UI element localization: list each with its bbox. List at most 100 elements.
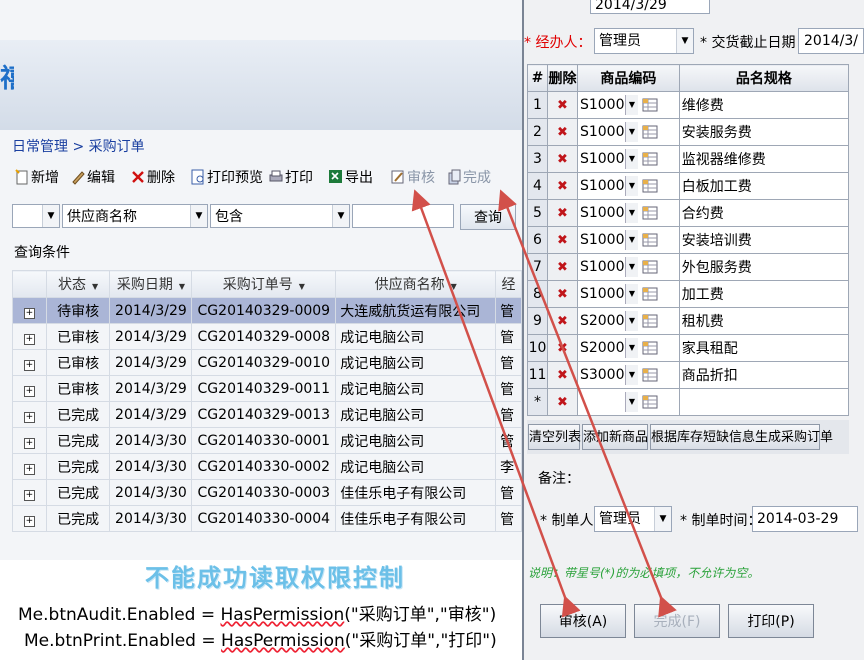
lookup-icon[interactable]: [642, 340, 658, 356]
product-code-cell[interactable]: S10008 ▼: [576, 280, 680, 308]
column-header-handler[interactable]: 经: [495, 270, 522, 298]
generate-order-button[interactable]: 根据库存短缺信息生成采购订单: [650, 424, 833, 450]
chevron-down-icon[interactable]: ▼: [624, 284, 638, 304]
product-code-select[interactable]: S10003 ▼: [580, 149, 638, 169]
product-code-select[interactable]: S30001 ▼: [580, 365, 638, 385]
item-row[interactable]: 7 ✖ S10007 ▼ 外包服务费: [527, 253, 850, 281]
product-code-select[interactable]: S10006 ▼: [580, 230, 638, 250]
table-row[interactable]: + 已完成 2014/3/29 CG20140329-0013 成记电脑公司管: [12, 401, 522, 428]
complete-button-bottom[interactable]: 完成(F): [634, 604, 720, 638]
table-row[interactable]: + 已审核 2014/3/29 CG20140329-0008 成记电脑公司管: [12, 323, 522, 350]
product-code-cell[interactable]: S30001 ▼: [576, 361, 680, 389]
product-code-cell[interactable]: S10003 ▼: [576, 145, 680, 173]
table-row[interactable]: + 已审核 2014/3/29 CG20140329-0011 成记电脑公司管: [12, 375, 522, 402]
complete-button[interactable]: 完成: [446, 166, 491, 190]
table-row[interactable]: + 已完成 2014/3/30 CG20140330-0002 成记电脑公司李: [12, 453, 522, 480]
delete-row-icon[interactable]: ✖: [555, 288, 569, 302]
product-code-cell[interactable]: S10006 ▼: [576, 226, 680, 254]
column-header-status[interactable]: 状态 ▼: [45, 270, 111, 298]
table-row[interactable]: + 已审核 2014/3/29 CG20140329-0010 成记电脑公司管: [12, 349, 522, 376]
delete-row-icon[interactable]: ✖: [555, 207, 569, 221]
delete-row-icon[interactable]: ✖: [555, 315, 569, 329]
table-row[interactable]: + 已完成 2014/3/30 CG20140330-0003 佳佳乐电子有限公司管: [12, 479, 522, 506]
chevron-down-icon[interactable]: ▼: [624, 122, 638, 142]
product-code-select[interactable]: S10001 ▼: [580, 95, 638, 115]
product-code-cell[interactable]: S10002 ▼: [576, 118, 680, 146]
delete-row-icon[interactable]: ✖: [555, 126, 569, 140]
print-button-bottom[interactable]: 打印(P): [728, 604, 814, 638]
lookup-icon[interactable]: [642, 286, 658, 302]
delivery-date-input[interactable]: 2014/3/: [798, 28, 864, 54]
expand-icon[interactable]: +: [23, 359, 35, 371]
clear-list-button[interactable]: 清空列表: [528, 424, 581, 450]
chevron-down-icon[interactable]: ▼: [624, 257, 638, 277]
expand-icon[interactable]: +: [23, 333, 35, 345]
product-code-select[interactable]: S20001 ▼: [580, 311, 638, 331]
item-row[interactable]: 9 ✖ S20001 ▼ 租机费: [527, 307, 850, 335]
logic-select[interactable]: ▼: [12, 204, 60, 228]
lookup-icon[interactable]: [642, 151, 658, 167]
lookup-icon[interactable]: [642, 124, 658, 140]
chevron-down-icon[interactable]: ▼: [624, 203, 638, 223]
lookup-icon[interactable]: [642, 394, 658, 410]
table-row[interactable]: + 已完成 2014/3/30 CG20140330-0004 佳佳乐电子有限公司管: [12, 505, 522, 532]
product-code-cell[interactable]: S20001 ▼: [576, 307, 680, 335]
expand-icon[interactable]: +: [23, 437, 35, 449]
product-code-cell[interactable]: S10007 ▼: [576, 253, 680, 281]
audit-button[interactable]: 审核: [390, 166, 435, 190]
lookup-icon[interactable]: [642, 178, 658, 194]
delete-row-icon[interactable]: ✖: [555, 153, 569, 167]
expand-icon[interactable]: +: [23, 385, 35, 397]
product-code-select[interactable]: S10007 ▼: [580, 257, 638, 277]
lookup-icon[interactable]: [642, 313, 658, 329]
order-date-field[interactable]: 2014/3/29: [590, 0, 710, 14]
chevron-down-icon[interactable]: ▼: [624, 392, 638, 412]
item-row[interactable]: * ✖ ▼: [527, 388, 850, 416]
chevron-down-icon[interactable]: ▼: [624, 311, 638, 331]
creator-select[interactable]: 管理员 ▼: [594, 506, 672, 532]
column-header-supplier[interactable]: 供应商名称 ▼: [335, 270, 497, 298]
export-button[interactable]: 导出: [328, 166, 373, 190]
print-preview-button[interactable]: 打印预览: [190, 166, 263, 190]
lookup-icon[interactable]: [642, 97, 658, 113]
print-button[interactable]: 打印: [268, 166, 313, 190]
delete-button[interactable]: 删除: [130, 166, 175, 190]
item-row[interactable]: 10 ✖ S20002 ▼ 家具租配: [527, 334, 850, 362]
product-code-select[interactable]: S20002 ▼: [580, 338, 638, 358]
filter-value-input[interactable]: [352, 204, 454, 228]
delete-row-icon[interactable]: ✖: [555, 369, 569, 383]
delete-row-icon[interactable]: ✖: [555, 180, 569, 194]
item-row[interactable]: 6 ✖ S10006 ▼ 安装培训费: [527, 226, 850, 254]
lookup-icon[interactable]: [642, 205, 658, 221]
filter-operator-select[interactable]: 包含 ▼: [210, 204, 350, 228]
chevron-down-icon[interactable]: ▼: [624, 176, 638, 196]
chevron-down-icon[interactable]: ▼: [624, 338, 638, 358]
lookup-icon[interactable]: [642, 367, 658, 383]
column-header-order-no[interactable]: 采购订单号 ▼: [191, 270, 337, 298]
product-code-cell[interactable]: S10005 ▼: [576, 199, 680, 227]
expand-icon[interactable]: +: [23, 489, 35, 501]
item-row[interactable]: 8 ✖ S10008 ▼ 加工费: [527, 280, 850, 308]
chevron-down-icon[interactable]: ▼: [624, 365, 638, 385]
expand-icon[interactable]: +: [23, 463, 35, 475]
item-row[interactable]: 11 ✖ S30001 ▼ 商品折扣: [527, 361, 850, 389]
lookup-icon[interactable]: [642, 259, 658, 275]
query-button[interactable]: 查询: [460, 204, 516, 230]
expand-icon[interactable]: +: [23, 411, 35, 423]
expand-icon[interactable]: +: [23, 307, 35, 319]
edit-button[interactable]: 编辑: [70, 166, 115, 190]
table-row[interactable]: + 已完成 2014/3/30 CG20140330-0001 成记电脑公司管: [12, 427, 522, 454]
column-header-date[interactable]: 采购日期 ▼: [109, 270, 193, 298]
add-product-button[interactable]: 添加新商品: [582, 424, 648, 450]
lookup-icon[interactable]: [642, 232, 658, 248]
created-time-input[interactable]: 2014-03-29: [752, 506, 858, 532]
delete-row-icon[interactable]: ✖: [555, 234, 569, 248]
item-row[interactable]: 5 ✖ S10005 ▼ 合约费: [527, 199, 850, 227]
table-row[interactable]: + 待审核 2014/3/29 CG20140329-0009 大连威航货运有限公司管: [12, 297, 522, 324]
product-code-cell[interactable]: S10004 ▼: [576, 172, 680, 200]
handler-select[interactable]: 管理员 ▼: [594, 28, 694, 54]
chevron-down-icon[interactable]: ▼: [624, 230, 638, 250]
remark-input[interactable]: [584, 464, 854, 490]
filter-field-select[interactable]: 供应商名称 ▼: [62, 204, 208, 228]
product-code-select[interactable]: ▼: [580, 392, 638, 412]
